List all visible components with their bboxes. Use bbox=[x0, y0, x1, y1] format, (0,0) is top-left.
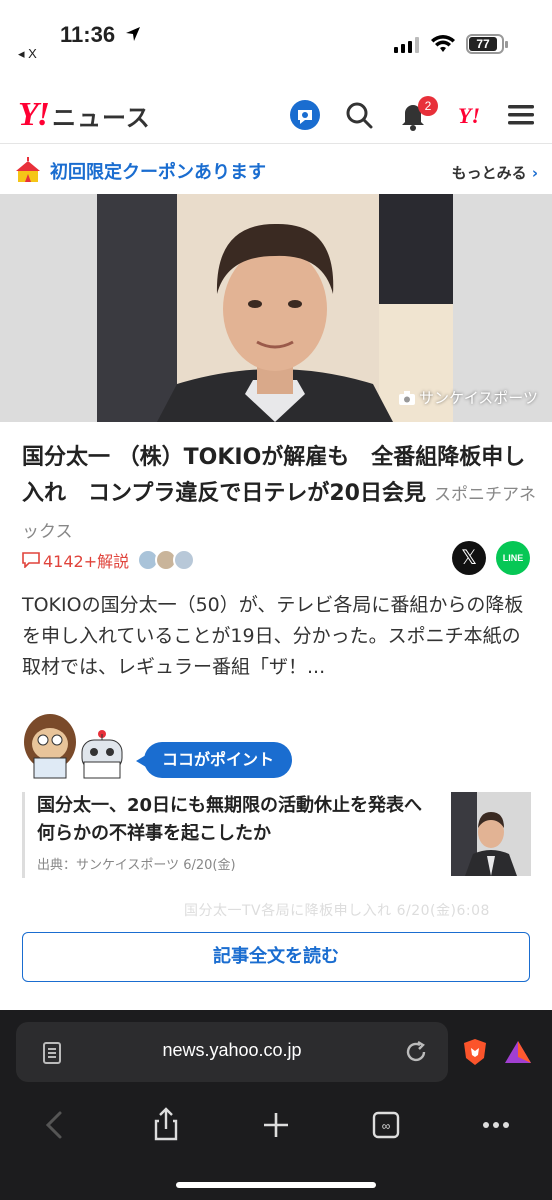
yahoo-logo-mark: Y! bbox=[18, 96, 50, 133]
faded-related-link: 国分太一TV各局に降板申し入れ 6/20(金)6:08 bbox=[184, 903, 490, 919]
comment-count: 4142+解説 bbox=[43, 552, 130, 571]
related-article-title: 国分太一、20日にも無期限の活動休止を発表へ 何らかの不祥事を起こしたか bbox=[37, 795, 441, 844]
photo-credit: サンケイスポーツ bbox=[399, 387, 538, 408]
expert-avatars[interactable] bbox=[133, 549, 196, 571]
cellular-signal-icon bbox=[394, 37, 419, 53]
back-to-app-link[interactable]: ◂ X bbox=[18, 46, 37, 62]
tabs-icon[interactable]: ∞ bbox=[366, 1105, 406, 1145]
svg-text:∞: ∞ bbox=[382, 1119, 391, 1133]
new-tab-plus-icon[interactable] bbox=[256, 1105, 296, 1145]
circus-tent-icon bbox=[16, 157, 40, 182]
coupon-label: 初回限定クーポンあります bbox=[50, 162, 266, 183]
more-menu-icon[interactable] bbox=[476, 1105, 516, 1145]
related-article-source: 出典：サンケイスポーツ 6/20(金) bbox=[37, 858, 236, 873]
related-article-card[interactable]: 国分太一、20日にも無期限の活動休止を発表へ 何らかの不祥事を起こしたか 出典：… bbox=[22, 792, 531, 878]
article-hero-image[interactable]: サンケイスポーツ bbox=[0, 194, 552, 422]
yahoo-account-icon[interactable]: Y! bbox=[452, 98, 486, 132]
share-line-button[interactable]: LINE bbox=[496, 541, 530, 575]
svg-text:Y!: Y! bbox=[458, 103, 480, 128]
address-bar[interactable]: news.yahoo.co.jp bbox=[16, 1022, 448, 1082]
related-article-thumbnail bbox=[451, 792, 531, 876]
article-summary[interactable]: TOKIOの国分太一（50）が、テレビ各局に番組からの降板を申し入れていることが… bbox=[22, 590, 534, 683]
menu-hamburger-icon[interactable] bbox=[504, 98, 538, 132]
location-arrow-icon bbox=[126, 27, 140, 41]
status-bar: 11:36 ◂ X 77 bbox=[0, 0, 552, 70]
site-header: Y! ニュース Y! bbox=[0, 88, 552, 144]
comments-link[interactable]: 4142+解説 bbox=[22, 548, 129, 572]
battery-level: 77 bbox=[469, 37, 497, 51]
yahoo-news-logo[interactable]: Y! ニュース bbox=[18, 96, 151, 134]
home-indicator bbox=[176, 1182, 376, 1188]
chevron-right-icon: › bbox=[531, 164, 538, 182]
article-meta: 4142+解説 bbox=[22, 545, 196, 575]
see-more-link[interactable]: もっとみる › bbox=[452, 162, 538, 183]
news-logo-text: ニュース bbox=[52, 103, 151, 132]
notification-count-badge: 2 bbox=[418, 96, 438, 116]
comment-icon bbox=[22, 552, 40, 568]
reload-icon[interactable] bbox=[404, 1040, 428, 1064]
share-icon[interactable] bbox=[146, 1105, 186, 1145]
photo-credit-text: サンケイスポーツ bbox=[419, 389, 538, 407]
avatar bbox=[173, 549, 196, 571]
search-icon[interactable] bbox=[342, 98, 376, 132]
clock: 11:36 bbox=[60, 22, 116, 47]
battery-icon: 77 bbox=[466, 34, 508, 54]
point-badge: ココがポイント bbox=[135, 742, 293, 778]
share-x-button[interactable]: 𝕏 bbox=[452, 541, 486, 575]
camera-icon bbox=[399, 390, 416, 405]
brave-rewards-icon[interactable] bbox=[504, 1040, 532, 1064]
read-full-article-button[interactable]: 記事全文を読む bbox=[22, 932, 530, 982]
article-headline[interactable]: 国分太一 （株）TOKIOが解雇も 全番組降板申し入れ コンプラ違反で日テレが2… bbox=[22, 440, 536, 550]
browser-toolbar: news.yahoo.co.jp ∞ bbox=[0, 1010, 552, 1200]
back-arrow-icon[interactable] bbox=[36, 1105, 76, 1145]
mascot-characters-icon bbox=[24, 714, 123, 779]
coupon-app-icon[interactable] bbox=[288, 98, 322, 132]
url-text: news.yahoo.co.jp bbox=[162, 1040, 302, 1060]
brave-shields-icon[interactable] bbox=[462, 1038, 488, 1066]
wifi-icon bbox=[431, 35, 455, 52]
coupon-banner[interactable]: 初回限定クーポンあります もっとみる › bbox=[0, 148, 552, 192]
